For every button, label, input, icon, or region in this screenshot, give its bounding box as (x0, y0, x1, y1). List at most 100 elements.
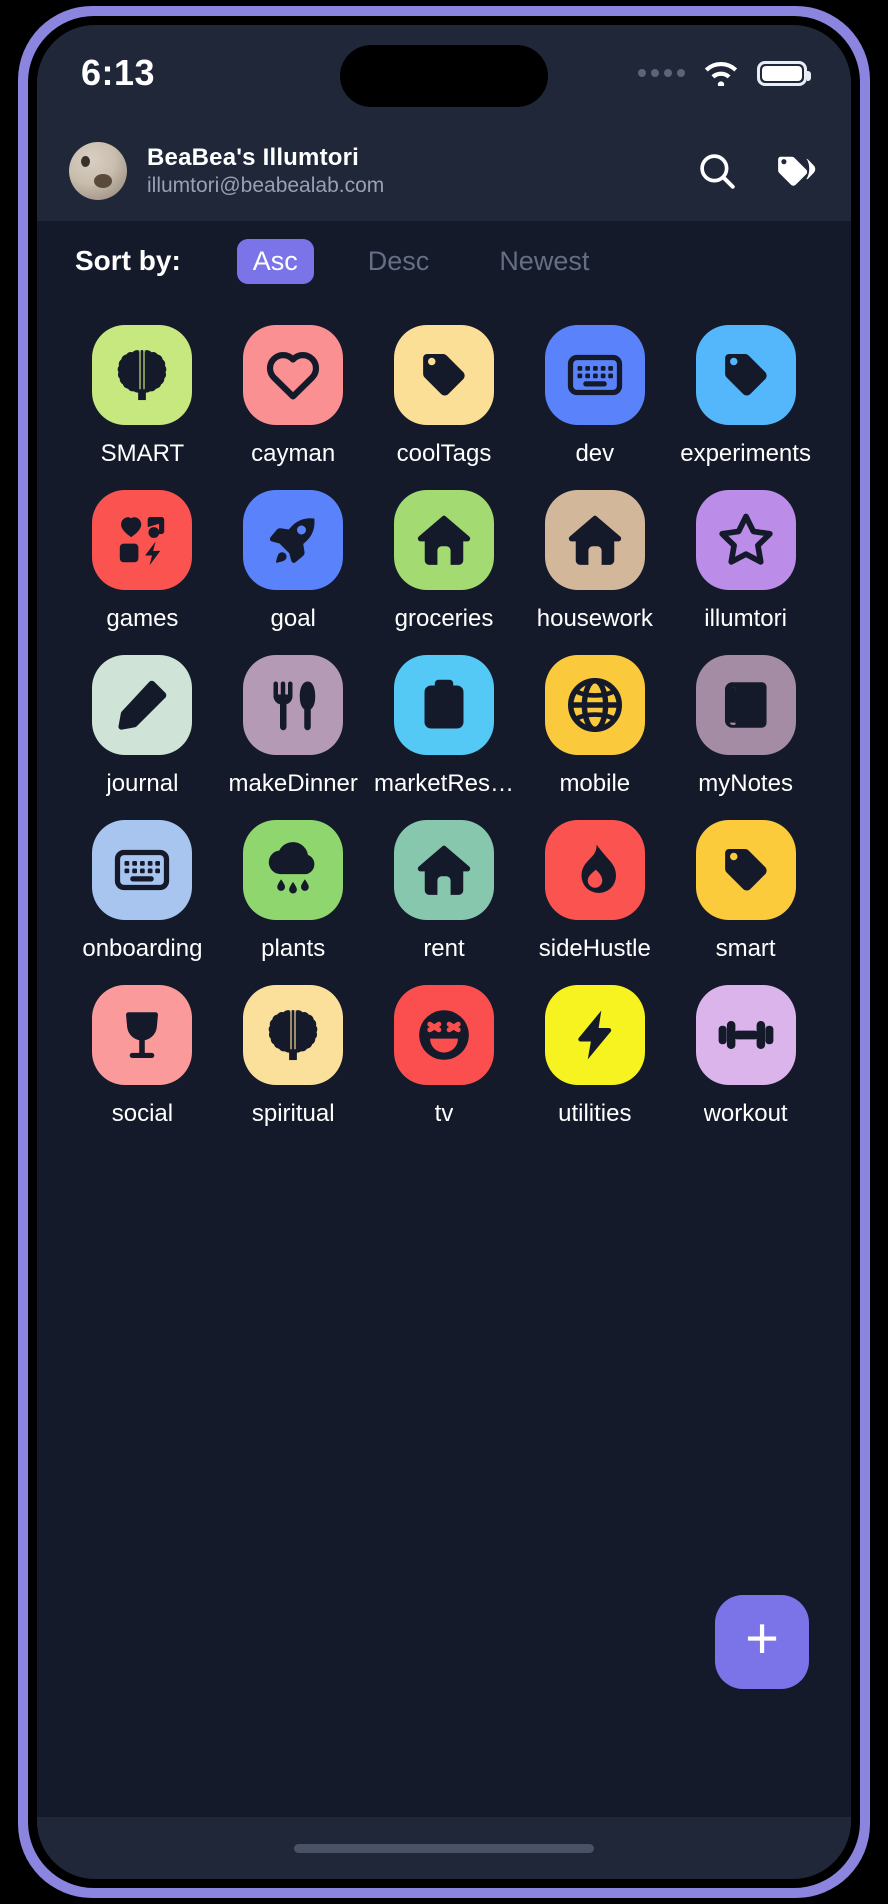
tag-tile[interactable] (544, 490, 645, 590)
tag-tile[interactable] (544, 325, 645, 425)
tag-cell[interactable]: plants (218, 820, 369, 963)
tag-label: smart (715, 935, 776, 962)
tag-tile[interactable] (544, 820, 645, 920)
tag-cell[interactable]: onboarding (67, 820, 218, 963)
tag-cell[interactable]: utilities (519, 985, 670, 1128)
sort-option-newest[interactable]: Newest (483, 239, 605, 284)
tag-tile[interactable] (695, 820, 796, 920)
add-tag-button[interactable]: + (715, 1595, 809, 1689)
tag-tile[interactable] (92, 490, 193, 590)
sort-option-asc[interactable]: Asc (236, 238, 314, 284)
tag-label: illumtori (704, 605, 787, 632)
tag-icon[interactable] (773, 149, 817, 193)
tag-tile[interactable] (243, 655, 344, 755)
tag-tile[interactable] (544, 985, 645, 1085)
avatar[interactable] (69, 142, 127, 200)
pencil-icon (112, 675, 172, 735)
battery-icon (757, 60, 811, 86)
tag-cell[interactable]: experiments (670, 325, 821, 468)
tag-label: utilities (558, 1100, 632, 1127)
tag-cell[interactable]: housework (519, 490, 670, 633)
tag-label: sideHustle (538, 935, 651, 962)
tag-cell[interactable]: cayman (218, 325, 369, 468)
tag-tile[interactable] (92, 820, 193, 920)
tag-cell[interactable]: myNotes (670, 655, 821, 798)
tag-cell[interactable]: spiritual (218, 985, 369, 1128)
tag-cell[interactable]: groceries (369, 490, 520, 633)
tag-label: myNotes (698, 770, 793, 797)
tag-cell[interactable]: makeDinner (218, 655, 369, 798)
tag-cell[interactable]: tv (369, 985, 520, 1128)
brain-icon (262, 1004, 324, 1066)
tag-label: goal (270, 605, 316, 632)
tag-cell[interactable]: illumtori (670, 490, 821, 633)
dumbbell-icon (715, 1004, 777, 1066)
tag-cell[interactable]: sideHustle (519, 820, 670, 963)
tag-icon (716, 840, 776, 900)
tag-cell[interactable]: journal (67, 655, 218, 798)
book-icon (717, 676, 775, 734)
tag-tile[interactable] (695, 655, 796, 755)
tag-label: mobile (559, 770, 631, 797)
clipboard-icon (414, 675, 474, 735)
tag-tile[interactable] (393, 655, 494, 755)
tag-cell[interactable]: marketRes… (369, 655, 520, 798)
tag-cell[interactable]: social (67, 985, 218, 1128)
tag-tile[interactable] (544, 655, 645, 755)
home-indicator[interactable] (294, 1843, 594, 1853)
tag-tile[interactable] (92, 655, 193, 755)
tag-cell[interactable]: mobile (519, 655, 670, 798)
sort-option-desc[interactable]: Desc (352, 239, 446, 284)
tag-cell[interactable]: games (67, 490, 218, 633)
tag-cell[interactable]: workout (670, 985, 821, 1128)
tag-icon (414, 345, 474, 405)
tag-label: dev (575, 440, 615, 467)
tag-tile[interactable] (695, 325, 796, 425)
tag-label: coolTags (396, 440, 492, 467)
tag-cell[interactable]: SMART (67, 325, 218, 468)
tag-cell[interactable]: dev (519, 325, 670, 468)
tag-label: experiments (680, 440, 811, 467)
tag-tile[interactable] (243, 820, 344, 920)
search-icon[interactable] (695, 149, 739, 193)
tag-label: groceries (394, 605, 494, 632)
account-name: BeaBea's Illumtori (147, 144, 360, 171)
tag-cell[interactable]: goal (218, 490, 369, 633)
keyboard-icon (565, 345, 625, 405)
tag-tile[interactable] (393, 490, 494, 590)
tag-label: rent (423, 935, 465, 962)
dynamic-island (340, 45, 548, 107)
games-icon (111, 509, 173, 571)
tag-icon (716, 345, 776, 405)
tag-tile[interactable] (695, 985, 796, 1085)
tag-grid: SMART cayman coolTags dev experiments games go… (37, 301, 851, 1128)
account-header: BeaBea's Illumtori illumtori@beabealab.c… (37, 121, 851, 221)
tag-cell[interactable]: rent (369, 820, 520, 963)
tag-cell[interactable]: coolTags (369, 325, 520, 468)
tag-grid-scroll-area[interactable]: SMART cayman coolTags dev experiments games go… (37, 301, 851, 1817)
tag-label: games (106, 605, 179, 632)
bottom-bar (37, 1817, 851, 1879)
tag-tile[interactable] (243, 325, 344, 425)
tag-tile[interactable] (393, 820, 494, 920)
tag-label: journal (106, 770, 179, 797)
rain-cloud-icon (262, 839, 324, 901)
tag-tile[interactable] (695, 490, 796, 590)
tag-cell[interactable]: smart (670, 820, 821, 963)
phone-screen: 6:13 BeaBea's Illumtori illumtori@beabea… (37, 25, 851, 1879)
bolt-icon (566, 1006, 624, 1064)
tag-tile[interactable] (393, 985, 494, 1085)
tag-label: tv (434, 1100, 454, 1127)
plus-icon: + (745, 1606, 779, 1671)
globe-icon (564, 674, 626, 736)
status-time: 6:13 (81, 52, 156, 93)
home-icon (413, 509, 475, 571)
tag-tile[interactable] (243, 985, 344, 1085)
cutlery-icon (263, 675, 323, 735)
tag-tile[interactable] (92, 325, 193, 425)
tag-tile[interactable] (92, 985, 193, 1085)
tag-tile[interactable] (243, 490, 344, 590)
tag-label: social (111, 1100, 174, 1127)
tag-tile[interactable] (393, 325, 494, 425)
tag-label: onboarding (82, 935, 203, 962)
